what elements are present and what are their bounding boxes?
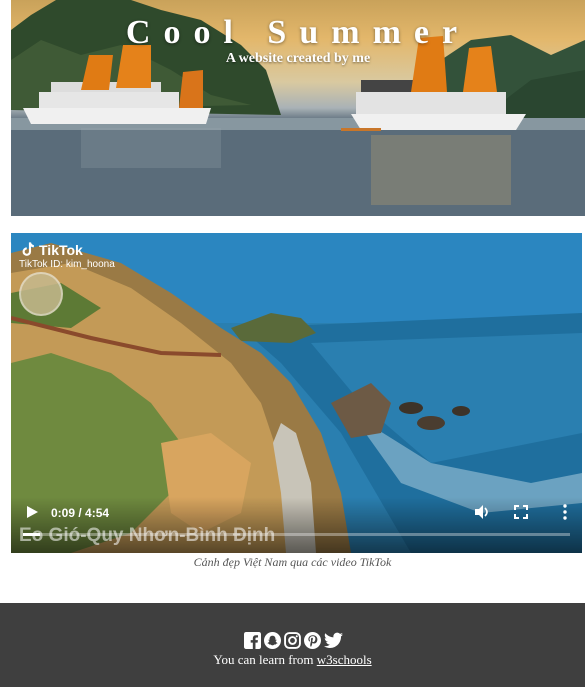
hero-banner: Cool Summer A website created by me: [11, 0, 585, 216]
tiktok-brand-label: TikTok: [39, 241, 83, 258]
facebook-icon[interactable]: [244, 632, 261, 649]
video-overlay-caption: Eo Gió-Quy Nhơn-Bình Định: [19, 525, 276, 546]
footer-credit-prefix: You can learn from: [213, 652, 317, 667]
volume-icon[interactable]: [474, 504, 490, 520]
footer-credit: You can learn from w3schools: [0, 652, 585, 668]
video-time-display: 0:09 / 4:54: [51, 506, 110, 520]
pinterest-icon[interactable]: [304, 632, 321, 649]
instagram-icon[interactable]: [284, 632, 301, 649]
fullscreen-icon[interactable]: [514, 505, 528, 519]
snapchat-icon[interactable]: [264, 632, 281, 649]
social-icons: [0, 632, 585, 649]
w3schools-link[interactable]: w3schools: [317, 652, 372, 667]
play-icon[interactable]: [25, 505, 39, 519]
more-options-icon[interactable]: [562, 504, 568, 520]
site-title: Cool Summer: [125, 14, 471, 51]
video-caption: Cảnh đẹp Việt Nam qua các video TikTok: [193, 555, 392, 569]
tiktok-avatar: [19, 272, 63, 316]
tiktok-id-label: TikTok ID: kim_hoona: [19, 259, 115, 270]
video-progress-fill: [23, 533, 40, 536]
site-subtitle: A website created by me: [225, 51, 371, 66]
twitter-icon[interactable]: [324, 632, 343, 649]
video-player[interactable]: TikTok TikTok ID: kim_hoona Eo Gió-Quy N…: [11, 233, 582, 553]
tiktok-watermark: TikTok TikTok ID: kim_hoona: [19, 241, 115, 316]
footer: You can learn from w3schools: [0, 603, 585, 687]
tiktok-logo-icon: [19, 241, 36, 258]
video-progress-bar[interactable]: [23, 533, 570, 536]
